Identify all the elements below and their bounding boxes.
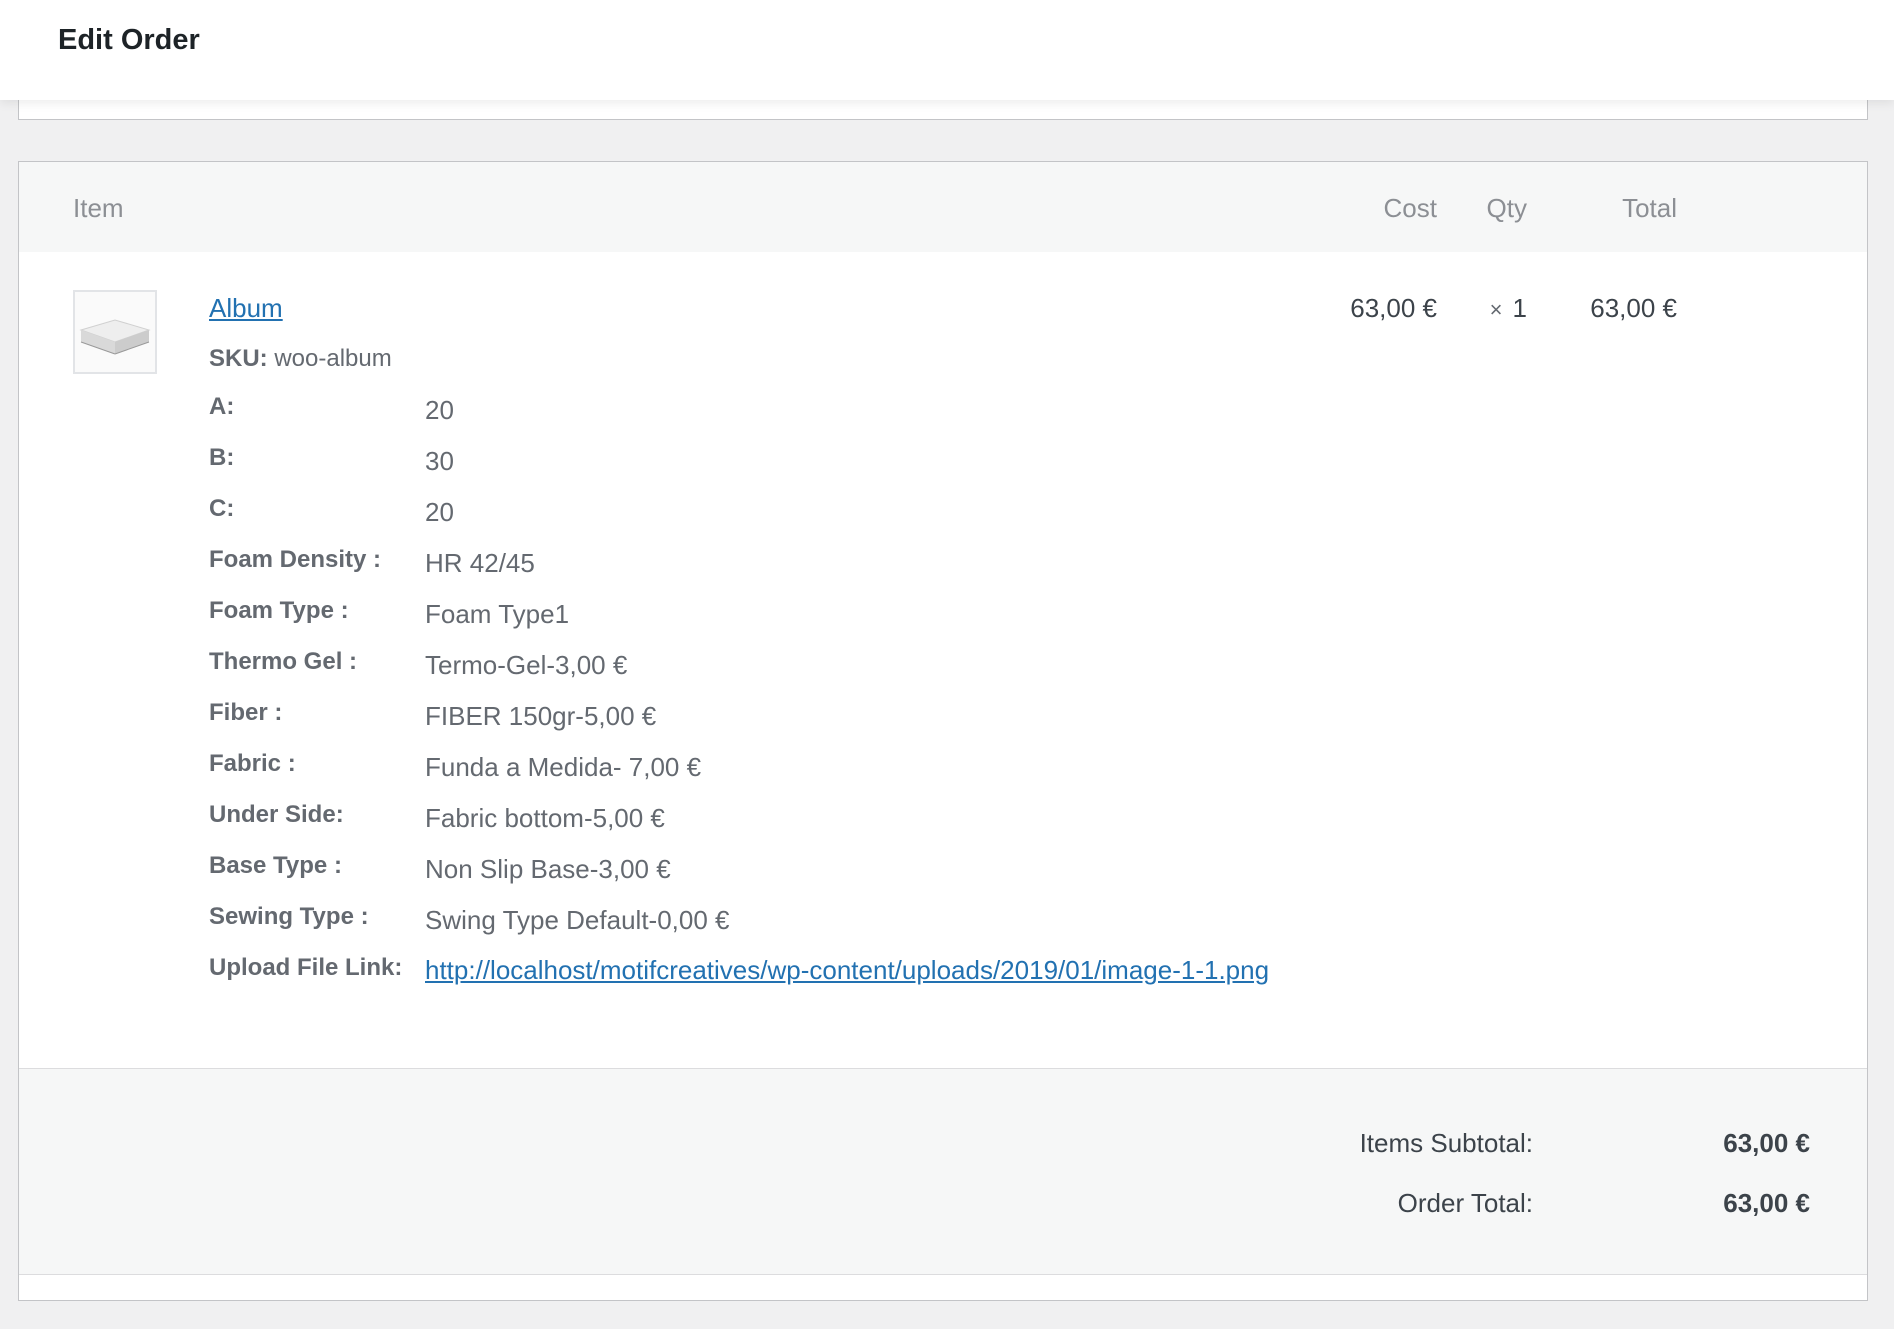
upload-file-link-label: Upload File Link:	[209, 954, 403, 981]
meta-key: Base Type :	[209, 852, 342, 879]
meta-row: Foam Type : Foam Type1	[209, 592, 1309, 643]
meta-value: HR 42/45	[425, 548, 535, 578]
product-sku: SKU: woo-album	[209, 344, 392, 374]
item-cost: 63,00 €	[1350, 293, 1437, 323]
meta-row: B: 30	[209, 439, 1309, 490]
order-total-value: 63,00 €	[1723, 1188, 1810, 1218]
meta-row: Thermo Gel : Termo-Gel-3,00 €	[209, 643, 1309, 694]
meta-key: Thermo Gel :	[209, 648, 358, 675]
items-subtotal-value: 63,00 €	[1723, 1128, 1810, 1158]
upload-file-link-value: http://localhost/motifcreatives/wp-conte…	[425, 955, 1305, 990]
meta-key: Foam Type :	[209, 597, 349, 624]
meta-value: Foam Type1	[425, 599, 570, 629]
meta-value: FIBER 150gr-5,00 €	[425, 701, 657, 731]
sku-value: woo-album	[274, 345, 392, 372]
meta-row: Base Type : Non Slip Base-3,00 €	[209, 847, 1309, 898]
subtotal-row: Items Subtotal: 63,00 €	[18, 1127, 1868, 1167]
meta-value: Swing Type Default-0,00 €	[425, 905, 730, 935]
meta-value: Fabric bottom-5,00 €	[425, 803, 665, 833]
sku-label: SKU:	[209, 345, 268, 372]
meta-row: Fabric : Funda a Medida- 7,00 €	[209, 745, 1309, 796]
items-subtotal-label: Items Subtotal:	[1359, 1128, 1533, 1158]
meta-row: Foam Density : HR 42/45	[209, 541, 1309, 592]
column-header-cost[interactable]: Cost	[1384, 192, 1437, 224]
order-total-label: Order Total:	[1397, 1188, 1533, 1218]
meta-row: Sewing Type : Swing Type Default-0,00 €	[209, 898, 1309, 949]
totals-block: Items Subtotal: 63,00 € Order Total: 63,…	[18, 1067, 1868, 1287]
page-title: Edit Order	[58, 24, 200, 56]
items-subtotal-row	[19, 1289, 1867, 1329]
meta-row: Fiber : FIBER 150gr-5,00 €	[209, 694, 1309, 745]
column-header-item[interactable]: Item	[73, 192, 124, 224]
meta-value: 20	[425, 395, 454, 425]
column-header-qty[interactable]: Qty	[1487, 192, 1527, 224]
meta-row: C: 20	[209, 490, 1309, 541]
meta-key: Fiber :	[209, 699, 283, 726]
meta-value: Non Slip Base-3,00 €	[425, 854, 671, 884]
meta-value: Funda a Medida- 7,00 €	[425, 752, 702, 782]
product-name-link[interactable]: Album	[209, 292, 283, 324]
meta-key: A:	[209, 393, 235, 420]
meta-key: Under Side:	[209, 801, 344, 828]
meta-key: Sewing Type :	[209, 903, 369, 930]
meta-row-upload: Upload File Link: http://localhost/motif…	[209, 949, 1309, 1039]
meta-value: Termo-Gel-3,00 €	[425, 650, 628, 680]
meta-row: A: 20	[209, 388, 1309, 439]
order-total-row: Order Total: 63,00 €	[18, 1187, 1868, 1227]
item-qty: × 1	[1490, 292, 1527, 326]
qty-value: 1	[1512, 293, 1527, 323]
upload-file-link[interactable]: http://localhost/motifcreatives/wp-conte…	[425, 951, 1305, 990]
meta-key: C:	[209, 495, 235, 522]
product-thumbnail[interactable]	[73, 290, 157, 374]
multiply-symbol: ×	[1489, 297, 1503, 322]
meta-key: Foam Density :	[209, 546, 382, 573]
top-bar: Edit Order	[0, 0, 1894, 100]
meta-row: Under Side: Fabric bottom-5,00 €	[209, 796, 1309, 847]
mattress-image-icon	[79, 319, 151, 355]
item-meta-list: A: 20 B: 30 C: 20 Foam Density : HR 42/45 Fo…	[209, 388, 1309, 1039]
meta-value: 30	[425, 446, 454, 476]
table-header: Item Cost Qty Total	[19, 162, 1867, 252]
meta-key: B:	[209, 444, 235, 471]
meta-value: 20	[425, 497, 454, 527]
column-header-total[interactable]: Total	[1622, 192, 1677, 224]
item-total: 63,00 €	[1590, 293, 1677, 323]
meta-key: Fabric :	[209, 750, 296, 777]
